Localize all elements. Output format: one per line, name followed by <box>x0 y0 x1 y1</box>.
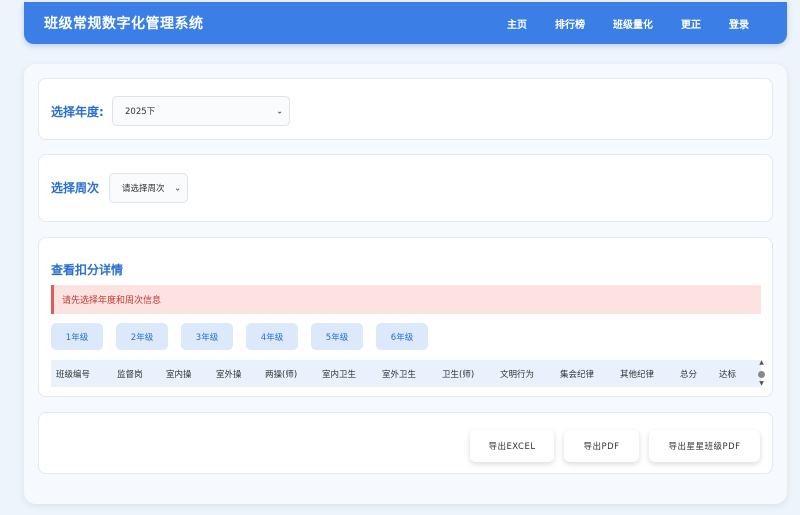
column-header: 两操(师) <box>265 369 298 380</box>
main-panel: 选择年度: 2025下 ⌄ 选择周次 请选择周次 ⌄ 查看扣分详情 请先选择年度… <box>24 64 787 504</box>
column-header: 班级编号 <box>56 369 91 380</box>
column-header: 室内操 <box>166 369 192 380</box>
table-scrollbar[interactable]: ▲ ▼ <box>757 360 766 387</box>
year-select[interactable]: 2025下 ⌄ <box>112 96 290 126</box>
detail-title: 查看扣分详情 <box>51 263 124 277</box>
column-header: 监督岗 <box>117 369 143 380</box>
column-header: 集会纪律 <box>560 369 595 380</box>
export-star-pdf-button[interactable]: 导出星星班级PDF <box>649 430 760 462</box>
export-buttons: 导出EXCEL 导出PDF 导出星星班级PDF <box>470 430 760 462</box>
alert-message: 请先选择年度和周次信息 <box>51 285 761 314</box>
detail-card: 查看扣分详情 请先选择年度和周次信息 1年级 2年级 3年级 4年级 5年级 6… <box>38 237 773 397</box>
export-excel-button[interactable]: 导出EXCEL <box>470 430 554 462</box>
app-title: 班级常规数字化管理系统 <box>44 16 204 32</box>
grade-button-5[interactable]: 5年级 <box>311 323 363 350</box>
column-header: 总分 <box>680 369 698 380</box>
grade-button-1[interactable]: 1年级 <box>51 323 103 350</box>
chevron-down-icon: ⌄ <box>174 183 181 193</box>
week-select[interactable]: 请选择周次 ⌄ <box>109 173 188 203</box>
nav-link-correction[interactable]: 更正 <box>681 16 701 31</box>
grade-button-3[interactable]: 3年级 <box>181 323 233 350</box>
scroll-thumb[interactable] <box>758 371 765 378</box>
nav-link-class-quant[interactable]: 班级量化 <box>613 16 653 31</box>
export-pdf-button[interactable]: 导出PDF <box>564 430 639 462</box>
column-header: 室外卫生 <box>382 369 417 380</box>
chevron-down-icon: ⌄ <box>276 106 283 116</box>
year-label: 选择年度: <box>51 105 104 119</box>
grade-button-4[interactable]: 4年级 <box>246 323 298 350</box>
table-header: 班级编号 监督岗 室内操 室外操 两操(师) 室内卫生 室外卫生 卫生(师) 文… <box>51 360 761 387</box>
year-select-value: 2025下 <box>125 107 156 117</box>
column-header: 室内卫生 <box>322 369 357 380</box>
week-select-value: 请选择周次 <box>122 184 165 194</box>
scroll-down-icon[interactable]: ▼ <box>757 381 766 387</box>
nav-link-home[interactable]: 主页 <box>507 16 527 31</box>
column-header: 卫生(师) <box>442 369 475 380</box>
export-card: 导出EXCEL 导出PDF 导出星星班级PDF <box>38 412 773 474</box>
column-header: 达标 <box>719 369 737 380</box>
grade-button-6[interactable]: 6年级 <box>376 323 428 350</box>
top-navbar: 班级常规数字化管理系统 主页 排行榜 班级量化 更正 登录 <box>24 2 787 44</box>
column-header: 室外操 <box>216 369 242 380</box>
scroll-up-icon[interactable]: ▲ <box>757 360 766 366</box>
week-label: 选择周次 <box>51 181 100 195</box>
column-header: 其他纪律 <box>620 369 655 380</box>
nav-link-ranking[interactable]: 排行榜 <box>555 16 585 31</box>
column-header: 文明行为 <box>500 369 535 380</box>
nav-link-login[interactable]: 登录 <box>729 16 749 31</box>
year-card: 选择年度: 2025下 ⌄ <box>38 78 773 140</box>
nav-links: 主页 排行榜 班级量化 更正 登录 <box>507 16 767 31</box>
grade-buttons: 1年级 2年级 3年级 4年级 5年级 6年级 <box>51 323 428 350</box>
week-card: 选择周次 请选择周次 ⌄ <box>38 154 773 222</box>
grade-button-2[interactable]: 2年级 <box>116 323 168 350</box>
